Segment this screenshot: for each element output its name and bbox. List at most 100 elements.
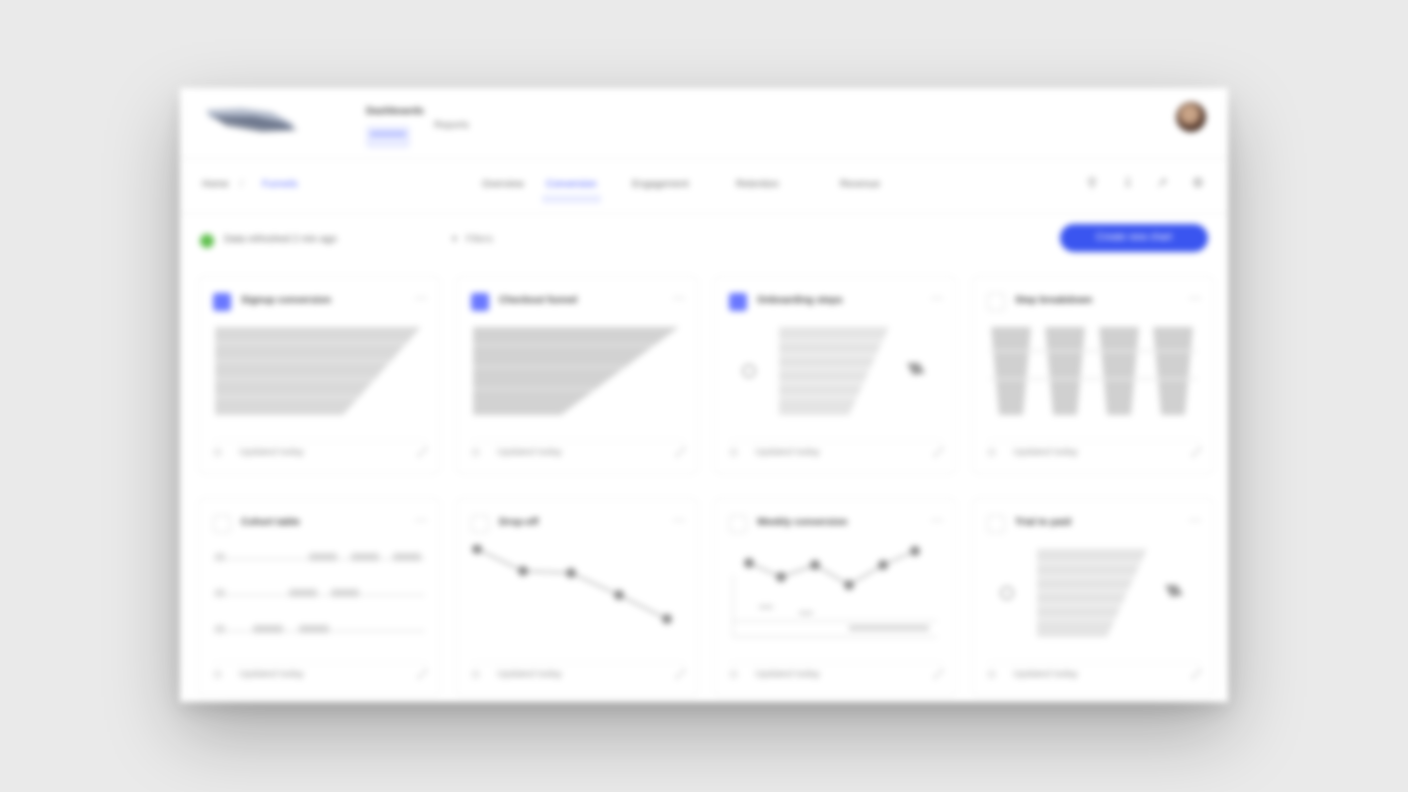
clock-icon: ◷ [729, 669, 738, 680]
clock-icon: ◷ [213, 447, 222, 458]
card-footer: ◷ Updated today ⤢ [987, 662, 1201, 685]
card-title: Cohort table [241, 517, 300, 528]
expand-icon[interactable]: ⤢ [417, 445, 427, 460]
card-checkbox[interactable] [729, 515, 747, 533]
chart-card[interactable]: Onboarding steps ⋯ ◷ Updated today ⤢ [714, 276, 956, 474]
card-checkbox[interactable] [471, 293, 489, 311]
more-icon[interactable]: ⋯ [673, 513, 685, 527]
chart-card[interactable]: Weekly conversion ⋯ ◷ Updated today ⤢ [714, 498, 956, 696]
filters-label: Filters [465, 234, 494, 245]
card-title: Onboarding steps [757, 295, 843, 306]
chart-card[interactable]: Trial to paid ⋯ ◷ Updated today ⤢ [972, 498, 1214, 696]
chart-thumbnail [471, 323, 683, 419]
create-chart-button[interactable]: Create new chart [1060, 224, 1208, 252]
more-icon[interactable]: ⋯ [673, 291, 685, 305]
card-checkbox[interactable] [987, 515, 1005, 533]
more-icon[interactable]: ⋯ [1189, 513, 1201, 527]
app-window: Dashboards Reports Home / Funnels Overvi… [180, 88, 1228, 702]
more-icon[interactable]: ⋯ [1189, 291, 1201, 305]
expand-icon[interactable]: ⤢ [1191, 445, 1201, 460]
expand-icon[interactable]: ⤢ [933, 667, 943, 682]
chart-thumbnail [729, 323, 941, 419]
app-tab-dashboards[interactable]: Dashboards [362, 98, 424, 148]
more-icon[interactable]: ⋯ [931, 513, 943, 527]
breadcrumb-separator: / [240, 179, 243, 190]
card-footer: ◷ Updated today ⤢ [729, 662, 943, 685]
card-footer: ◷ Updated today ⤢ [213, 662, 427, 685]
chart-card[interactable]: Checkout funnel ⋯ ◷ Updated today ⤢ [456, 276, 698, 474]
card-checkbox[interactable] [729, 293, 747, 311]
expand-icon[interactable]: ⤢ [675, 445, 685, 460]
app-tab-reports[interactable]: Reports [434, 120, 469, 131]
card-title: Checkout funnel [499, 295, 578, 306]
card-footer-text: Updated today [755, 447, 821, 458]
card-header: Checkout funnel ⋯ [471, 291, 685, 311]
settings-icon[interactable]: ⚙ [1190, 175, 1206, 191]
status-dot [200, 234, 214, 248]
card-footer: ◷ Updated today ⤢ [471, 662, 685, 685]
card-title: Weekly conversion [757, 517, 848, 528]
chart-thumbnail [987, 323, 1199, 419]
card-header: Weekly conversion ⋯ [729, 513, 943, 533]
tab-conversion[interactable]: Conversion [542, 179, 601, 203]
card-header: Signup conversion ⋯ [213, 291, 427, 311]
clock-icon: ◷ [987, 447, 996, 458]
nav-row: Home / Funnels Overview Conversion Engag… [180, 158, 1228, 214]
clock-icon: ◷ [987, 669, 996, 680]
breadcrumb-current[interactable]: Funnels [262, 179, 298, 190]
card-header: Trial to paid ⋯ [987, 513, 1201, 533]
card-footer: ◷ Updated today ⤢ [729, 440, 943, 463]
expand-icon[interactable]: ⤢ [933, 445, 943, 460]
card-footer-text: Updated today [497, 669, 563, 680]
card-title: Drop-off [499, 517, 539, 528]
card-checkbox[interactable] [213, 515, 231, 533]
clock-icon: ◷ [471, 669, 480, 680]
card-title: Step breakdown [1015, 295, 1093, 306]
filter-icon: ▾ [452, 234, 458, 245]
chart-thumbnail [729, 545, 941, 641]
tab-revenue[interactable]: Revenue [840, 179, 880, 190]
card-footer-text: Updated today [1013, 447, 1079, 458]
tab-engagement[interactable]: Engagement [632, 179, 689, 190]
card-footer: ◷ Updated today ⤢ [471, 440, 685, 463]
clock-icon: ◷ [471, 447, 480, 458]
top-bar: Dashboards Reports [180, 88, 1228, 150]
card-header: Cohort table ⋯ [213, 513, 427, 533]
card-checkbox[interactable] [987, 293, 1005, 311]
avatar[interactable] [1176, 102, 1206, 132]
card-header: Drop-off ⋯ [471, 513, 685, 533]
card-header: Onboarding steps ⋯ [729, 291, 943, 311]
chart-card[interactable]: Drop-off ⋯ ◷ Updated today ⤢ [456, 498, 698, 696]
more-icon[interactable]: ⋯ [931, 291, 943, 305]
expand-icon[interactable]: ⤢ [1191, 667, 1201, 682]
download-icon[interactable]: ⇩ [1120, 175, 1136, 191]
card-title: Signup conversion [241, 295, 332, 306]
app-logo[interactable] [202, 102, 302, 136]
card-footer-text: Updated today [239, 447, 305, 458]
chart-card[interactable]: Signup conversion ⋯ ◷ Updated today ⤢ [198, 276, 440, 474]
chart-thumbnail [471, 545, 683, 641]
tab-retention[interactable]: Retention [736, 179, 779, 190]
app-tab-indicator [366, 126, 410, 148]
card-checkbox[interactable] [471, 515, 489, 533]
card-footer: ◷ Updated today ⤢ [213, 440, 427, 463]
card-footer-text: Updated today [755, 669, 821, 680]
card-checkbox[interactable] [213, 293, 231, 311]
filter-icon[interactable]: ⚲ [1084, 175, 1100, 191]
expand-icon[interactable]: ⤢ [675, 667, 685, 682]
share-icon[interactable]: ↗ [1154, 175, 1170, 191]
expand-icon[interactable]: ⤢ [417, 667, 427, 682]
clock-icon: ◷ [213, 669, 222, 680]
breadcrumb-home[interactable]: Home [202, 179, 229, 190]
tab-overview[interactable]: Overview [482, 179, 524, 190]
card-footer-text: Updated today [1013, 669, 1079, 680]
chart-card[interactable]: Step breakdown ⋯ ◷ Updated today ⤢ [972, 276, 1214, 474]
app-tab-label: Dashboards [366, 106, 424, 117]
filters-button[interactable]: ▾ Filters [442, 230, 503, 250]
more-icon[interactable]: ⋯ [415, 291, 427, 305]
chart-thumbnail [213, 545, 425, 641]
status-text: Data refreshed 2 min ago [224, 234, 337, 245]
chart-card[interactable]: Cohort table ⋯ ◷ Updated today ⤢ [198, 498, 440, 696]
card-footer-text: Updated today [239, 669, 305, 680]
more-icon[interactable]: ⋯ [415, 513, 427, 527]
